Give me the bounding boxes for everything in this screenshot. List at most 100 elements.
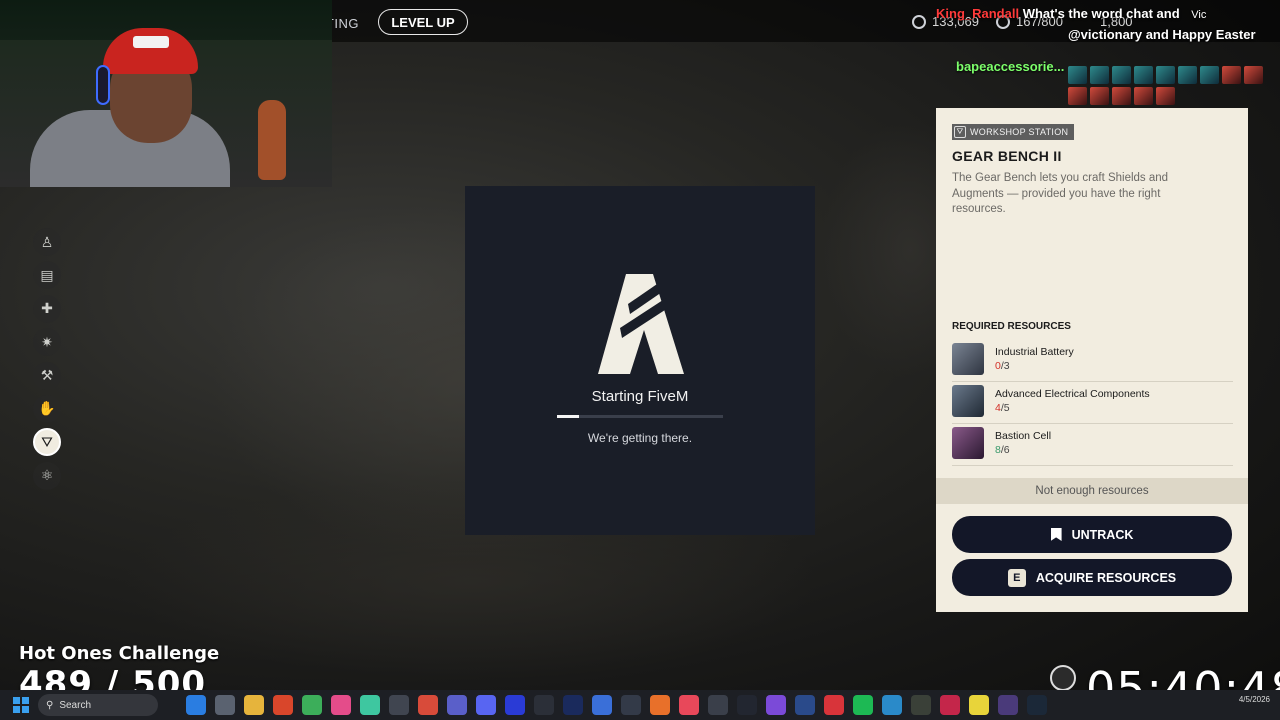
edge-icon[interactable]: [186, 695, 206, 715]
tag-label: WORKSHOP STATION: [970, 127, 1069, 137]
challenge-title: Hot Ones Challenge: [19, 643, 220, 664]
chrome-icon[interactable]: [302, 695, 322, 715]
search-icon: ⚲: [46, 699, 54, 711]
gloves-icon[interactable]: ✋: [33, 394, 61, 423]
app-icon[interactable]: [795, 695, 815, 715]
app-icon[interactable]: [998, 695, 1018, 715]
emote: [1090, 66, 1109, 84]
shield-icon[interactable]: ⛛: [33, 428, 61, 457]
level-up-button[interactable]: LEVEL UP: [378, 9, 468, 35]
status-banner: Not enough resources: [936, 478, 1248, 504]
steam-icon[interactable]: [1027, 695, 1047, 715]
medkit-icon[interactable]: ✚: [33, 294, 61, 323]
app-icon[interactable]: [534, 695, 554, 715]
bookmark-icon: [1050, 528, 1062, 541]
emote: [1200, 66, 1219, 84]
chat-message: @victionary and Happy Easter: [936, 25, 1280, 45]
bench-icon[interactable]: ▤: [33, 261, 61, 290]
resource-need: /6: [1000, 444, 1010, 456]
app-icon[interactable]: [592, 695, 612, 715]
discord-icon[interactable]: [476, 695, 496, 715]
obs-icon[interactable]: [389, 695, 409, 715]
station-title: GEAR BENCH II: [952, 148, 1062, 164]
app-icon[interactable]: [737, 695, 757, 715]
emote: [1134, 66, 1153, 84]
acquire-resources-button[interactable]: E ACQUIRE RESOURCES: [952, 559, 1232, 596]
figurine: [258, 100, 286, 180]
untrack-label: UNTRACK: [1071, 527, 1134, 542]
twitch-icon[interactable]: [766, 695, 786, 715]
app-icon[interactable]: [940, 695, 960, 715]
app-icon[interactable]: [360, 695, 380, 715]
emote: [1244, 66, 1263, 84]
tray-date: 4/5/2026: [1238, 695, 1270, 704]
app-icon[interactable]: [331, 695, 351, 715]
fivem-loading-dialog: Starting FiveM We're getting there.: [465, 186, 815, 535]
music-icon[interactable]: [679, 695, 699, 715]
loading-title: Starting FiveM: [591, 388, 689, 405]
settings-icon[interactable]: [215, 695, 235, 715]
loading-subtitle: We're getting there.: [587, 431, 693, 445]
app-icon[interactable]: [505, 695, 525, 715]
emote: [1178, 66, 1197, 84]
app-icon[interactable]: [621, 695, 641, 715]
tools-icon[interactable]: ⚒: [33, 361, 61, 390]
chat-viewer: Vic: [1191, 9, 1207, 21]
resource-name: Industrial Battery: [995, 346, 1074, 358]
cap-patch: [133, 36, 169, 48]
timer-icon: [1050, 665, 1076, 691]
resource-quantity: 4/5: [995, 402, 1010, 414]
atom-icon[interactable]: ⚛: [33, 461, 61, 490]
chat-message: King_Randall What's the word chat and Vi…: [936, 4, 1280, 25]
mannequin-icon[interactable]: ♙: [33, 228, 61, 256]
spotify-icon[interactable]: [853, 695, 873, 715]
loading-progress-bar: [557, 415, 723, 418]
webcam-overlay: [0, 0, 332, 187]
required-resources-heading: REQUIRED RESOURCES: [952, 321, 1071, 332]
app-icon[interactable]: [824, 695, 844, 715]
untrack-button[interactable]: UNTRACK: [952, 516, 1232, 553]
app-icon[interactable]: [882, 695, 902, 715]
chat-username: King_Randall: [936, 6, 1020, 21]
taskbar-apps: [186, 695, 1047, 715]
resource-need: /5: [1000, 402, 1010, 414]
taskbar-search[interactable]: ⚲ Search: [38, 694, 158, 716]
emote: [1090, 87, 1109, 105]
folder-icon[interactable]: [244, 695, 264, 715]
category-rail: ♙ ▤ ✚ ✷ ⚒ ✋ ⛛ ⚛: [33, 228, 61, 495]
emote: [1068, 87, 1087, 105]
emote: [1222, 66, 1241, 84]
app-icon[interactable]: [969, 695, 989, 715]
chat-text: @victionary and Happy Easter: [1068, 27, 1256, 42]
emote: [1112, 66, 1131, 84]
circuit-icon: [952, 385, 984, 417]
photoshop-icon[interactable]: [563, 695, 583, 715]
headset: [96, 65, 110, 105]
resource-need: /3: [1000, 360, 1010, 372]
chat-username: bapeaccessorie...: [956, 59, 1065, 74]
app-icon[interactable]: [911, 695, 931, 715]
windows-taskbar: ⚲ Search 4/5/2026: [0, 690, 1280, 720]
loading-progress-fill: [557, 415, 579, 418]
app-icon[interactable]: [418, 695, 438, 715]
firefox-icon[interactable]: [650, 695, 670, 715]
emote: [1068, 66, 1087, 84]
resource-name: Bastion Cell: [995, 430, 1052, 442]
emote: [1156, 87, 1175, 105]
shield-icon: ⛛: [954, 126, 966, 138]
battery-icon: [952, 343, 984, 375]
chat-text: What's the word chat and: [1022, 6, 1180, 21]
resource-row[interactable]: Advanced Electrical Components 4/5: [952, 382, 1233, 424]
controller-icon[interactable]: [447, 695, 467, 715]
keybind-hint: E: [1007, 568, 1026, 587]
resource-quantity: 0/3: [995, 360, 1010, 372]
windows-start-icon[interactable]: [13, 697, 29, 713]
resource-row[interactable]: Bastion Cell 8/6: [952, 424, 1233, 466]
app-icon[interactable]: [708, 695, 728, 715]
brave-icon[interactable]: [273, 695, 293, 715]
search-placeholder: Search: [59, 699, 92, 711]
explosive-icon[interactable]: ✷: [33, 328, 61, 357]
resource-row[interactable]: Industrial Battery 0/3: [952, 340, 1233, 382]
emote: [1156, 66, 1175, 84]
fivem-logo: [598, 274, 684, 374]
